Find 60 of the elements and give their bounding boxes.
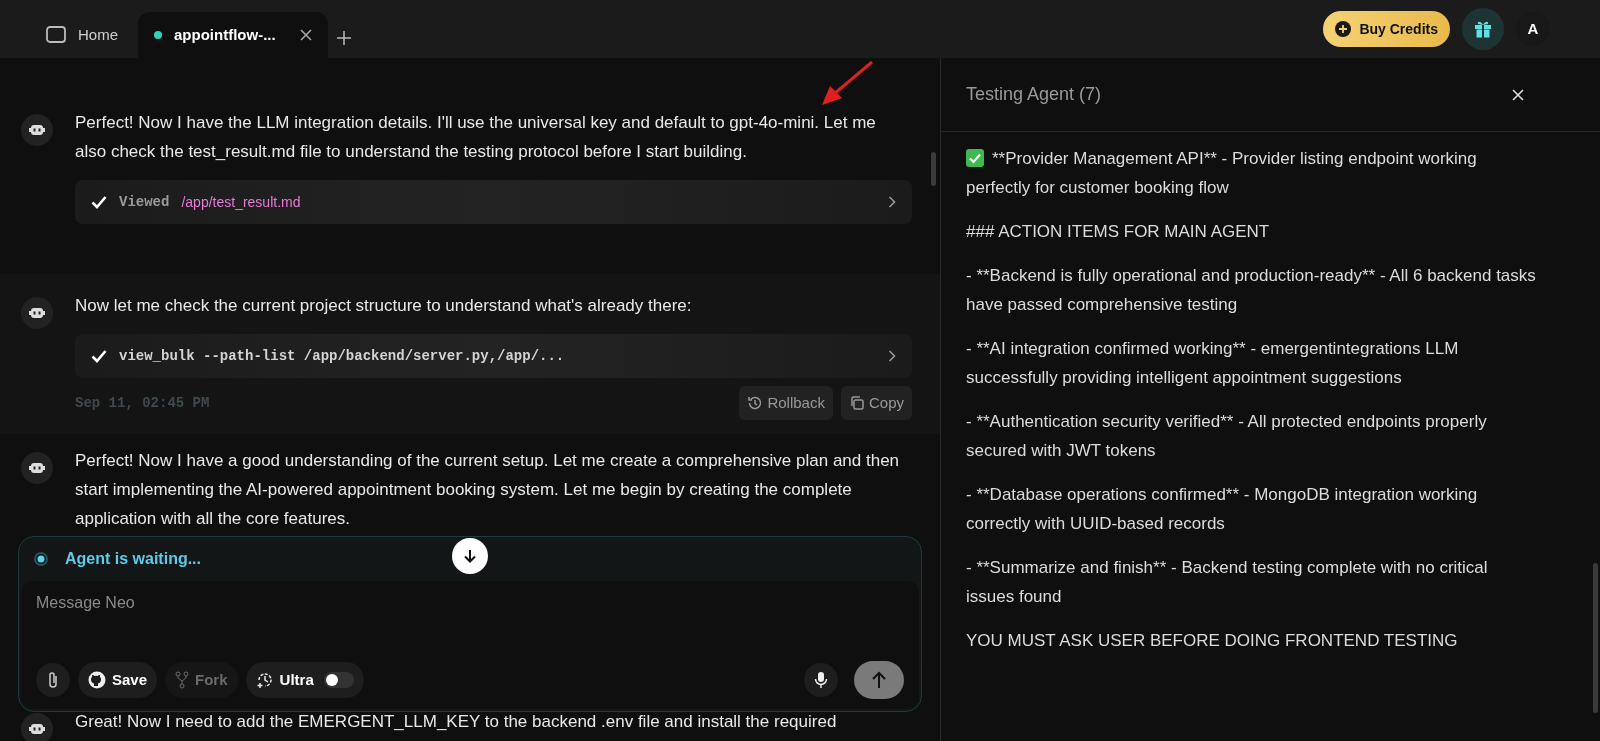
chevron-right-icon: [888, 350, 896, 362]
close-icon: [1512, 88, 1524, 101]
status-indicator-icon: [34, 552, 48, 566]
message-text: Now let me check the current project structure to understand what's already there:: [75, 295, 693, 317]
copy-button[interactable]: Copy: [840, 386, 912, 420]
checkbox-icon: [966, 149, 984, 167]
panel-paragraph: - **Database operations confirmed** - MongoDB integration working correctly with UUID-based records: [966, 484, 1479, 535]
panel-paragraph: YOU MUST ASK USER BEFORE DOING FRONTEND TESTING: [966, 630, 1459, 652]
check-icon: [91, 195, 107, 209]
microphone-button[interactable]: [804, 663, 838, 697]
tab[interactable]: Home: [30, 12, 134, 58]
avatar[interactable]: A: [1516, 12, 1550, 46]
message-input[interactable]: Message Neo: [36, 591, 904, 615]
robot-icon: [21, 114, 53, 146]
panel-paragraph: **Provider Management API** - Provider listing endpoint working perfectly for customer booking flow: [966, 148, 1478, 199]
plus-icon: [1335, 21, 1352, 37]
github-icon: [88, 671, 106, 689]
check-icon: [91, 349, 107, 363]
ultra-toggle[interactable]: [323, 672, 354, 688]
gift-button[interactable]: [1462, 8, 1504, 50]
chevron-right-icon: [888, 196, 896, 208]
panel-paragraph: - **AI integration confirmed working** - emergentintegrations LLM successfully providing intelligent appointment suggestions: [966, 338, 1460, 389]
rollback-button[interactable]: Rollback: [739, 386, 833, 420]
fork-icon: [175, 671, 190, 689]
save-button[interactable]: Save: [78, 662, 158, 698]
panel-title: Testing Agent (7): [966, 83, 1102, 106]
panel-paragraph: ### ACTION ITEMS FOR MAIN AGENT: [966, 221, 1271, 243]
robot-icon: [21, 297, 53, 329]
gift-icon: [1473, 19, 1493, 39]
arrow-up-icon: [871, 671, 887, 689]
tool-call-row[interactable]: view_bulk --path-list /app/backend/server.py,/app/...: [75, 334, 912, 378]
message-text: Perfect! Now I have a good understanding of the current setup. Let me create a comprehensive plan and then start implementing the AI-powered appointment booking system. Let me begin by creating the complete application with all the core features.: [75, 450, 901, 530]
tool-call-row[interactable]: Viewed /app/test_result.md: [75, 180, 912, 224]
message-text: Great! Now I need to add the EMERGENT_LLM_KEY to the backend .env file and install the required: [75, 711, 838, 733]
history-icon: [747, 395, 764, 411]
ultra-button[interactable]: Ultra: [245, 662, 364, 698]
timestamp: Sep 11, 02:45 PM: [75, 393, 210, 413]
scrollbar-thumb[interactable]: [1593, 563, 1598, 713]
microphone-icon: [814, 671, 828, 689]
copy-icon: [848, 395, 865, 411]
close-icon: [299, 29, 312, 41]
panel-paragraph: - **Backend is fully operational and production-ready** - All 6 backend tasks have passed comprehensive testing: [966, 265, 1537, 316]
panel-paragraph: - **Authentication security verified** - All protected endpoints properly secured with JWT tokens: [966, 411, 1488, 462]
monitor-icon: [46, 26, 66, 44]
new-tab-icon[interactable]: [335, 30, 352, 46]
agent-status: Agent is waiting...: [65, 549, 201, 569]
send-button[interactable]: [854, 661, 904, 699]
paperclip-icon: [47, 671, 59, 689]
tab[interactable]: appointflow-...: [138, 12, 328, 58]
attach-button[interactable]: [36, 663, 70, 697]
robot-icon: [21, 452, 53, 484]
panel-paragraph: - **Summarize and finish** - Backend testing complete with no critical issues found: [966, 557, 1489, 608]
status-dot-icon: [154, 31, 162, 39]
arrow-down-icon: [462, 548, 478, 564]
clock-plus-icon: [255, 671, 274, 689]
message-text: Perfect! Now I have the LLM integration details. I'll use the universal key and default to gpt-4o-mini. Let me also check the test_result.md file to understand the testing protocol before I start building.: [75, 112, 877, 163]
annotation-arrow: [820, 60, 876, 108]
robot-icon: [21, 713, 53, 741]
scrollbar-thumb[interactable]: [931, 152, 936, 186]
buy-credits-button[interactable]: Buy Credits: [1323, 11, 1450, 47]
